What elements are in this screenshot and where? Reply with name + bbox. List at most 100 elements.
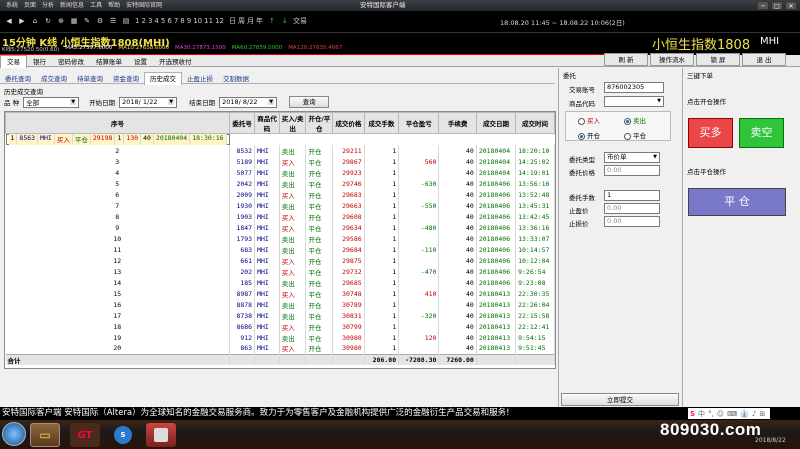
period-2[interactable]: 2 — [140, 17, 146, 25]
ime-item[interactable]: ⌨ — [727, 410, 737, 418]
table-icon[interactable]: ▤ — [121, 16, 131, 26]
submit-order-button[interactable]: 立即提交 — [561, 393, 679, 406]
start-date-picker[interactable]: 2018/ 1/22 ▼ — [119, 96, 178, 108]
column-header[interactable]: 成交时间 — [515, 112, 555, 134]
query-tab-3[interactable]: 资金查询 — [108, 73, 144, 85]
panel-button-3[interactable]: 退 出 — [742, 53, 786, 66]
table-row[interactable]: 17 8738 MHI 卖出 平仓 30831 1 -320 40 20180413 22:15:5… — [5, 310, 555, 321]
period-月[interactable]: 月 — [246, 17, 255, 25]
up-arrow-icon[interactable]: ↑ — [267, 16, 277, 26]
tab-4[interactable]: 设置 — [128, 56, 153, 68]
order-qty-stepper[interactable]: 1 — [604, 190, 660, 201]
refresh-icon[interactable]: ↻ — [43, 16, 53, 26]
query-tab-1[interactable]: 成交查询 — [36, 73, 72, 85]
open-radio[interactable]: 开仓 — [578, 130, 600, 140]
query-tab-0[interactable]: 委托查询 — [0, 73, 36, 85]
home-icon[interactable]: ⌂ — [30, 16, 40, 26]
trading-app-icon[interactable] — [146, 423, 176, 447]
table-row[interactable]: 1 8563 MHI 买入 平仓 29198 1 130 40 20180404 18:30:16 — [5, 134, 230, 145]
period-4[interactable]: 4 — [153, 17, 159, 25]
table-row[interactable]: 3 5189 MHI 买入 平仓 29867 1 560 40 20180404 14:25:02 — [5, 156, 555, 167]
back-icon[interactable]: ◀ — [4, 16, 14, 26]
table-row[interactable]: 5 2042 MHI 卖出 平仓 29746 1 -630 40 20180406 13:56:16 — [5, 178, 555, 189]
column-header[interactable]: 买入/卖出 — [278, 112, 307, 134]
column-header[interactable]: 成交价格 — [332, 112, 365, 134]
stop-profit-field[interactable]: 0.00 — [604, 203, 660, 214]
tab-2[interactable]: 密码修改 — [52, 56, 90, 68]
period-12[interactable]: 12 — [214, 17, 225, 25]
panel-button-1[interactable]: 操作流水 — [650, 53, 694, 66]
chart-icon[interactable]: ▦ — [69, 16, 79, 26]
ime-item[interactable]: 中 — [698, 410, 705, 418]
table-row[interactable]: 19 912 MHI 卖出 平仓 30980 1 120 40 20180413 9:54:15 — [5, 332, 555, 343]
table-row[interactable]: 14 185 MHI 卖出 开仓 29685 1 40 20180406 9:23:08 — [5, 277, 555, 288]
tab-0[interactable]: 交易 — [0, 55, 27, 68]
menu-item[interactable]: 安特国际官网 — [126, 0, 162, 11]
menu-item[interactable]: 帮助 — [108, 0, 120, 11]
period-周[interactable]: 周 — [237, 17, 246, 25]
table-row[interactable]: 9 1847 MHI 买入 平仓 29634 1 -480 40 20180406 13:36:16 — [5, 222, 555, 233]
query-tab-5[interactable]: 止盈止损 — [182, 73, 218, 85]
ime-item[interactable]: 👔 — [740, 410, 749, 418]
period-11[interactable]: 11 — [203, 17, 214, 25]
column-header[interactable]: 商品代码 — [254, 112, 280, 134]
table-row[interactable]: 11 683 MHI 卖出 平仓 29684 1 -110 40 20180406 10:14:57 — [5, 244, 555, 255]
product-code-select[interactable]: ▼ — [604, 96, 664, 107]
trade-symbol-label[interactable]: 交易 — [293, 16, 307, 26]
panel-button-2[interactable]: 锁 屏 — [696, 53, 740, 66]
start-button[interactable] — [2, 422, 26, 446]
menu-item[interactable]: 页面 — [24, 0, 36, 11]
table-row[interactable]: 16 8878 MHI 卖出 开仓 30789 1 40 20180413 22:26:04 — [5, 299, 555, 310]
menu-item[interactable]: 新闻信息 — [60, 0, 84, 11]
table-row[interactable]: 13 202 MHI 买入 平仓 29732 1 -470 40 20180406 9:26:54 — [5, 266, 555, 277]
table-row[interactable]: 18 8686 MHI 买入 开仓 30799 1 40 20180413 22:12:41 — [5, 321, 555, 332]
sogou-icon[interactable]: S — [690, 410, 695, 418]
period-8[interactable]: 8 — [179, 17, 185, 25]
period-年[interactable]: 年 — [255, 17, 264, 25]
close-radio[interactable]: 平仓 — [624, 130, 646, 140]
menu-item[interactable]: 系统 — [6, 0, 18, 11]
explorer-icon[interactable]: ▭ — [30, 423, 60, 447]
buy-radio[interactable]: 买入 — [578, 115, 600, 125]
app-icon[interactable]: GT — [70, 423, 100, 447]
query-button[interactable]: 查询 — [289, 96, 330, 108]
table-row[interactable]: 15 8987 MHI 买入 平仓 30748 1 410 40 20180413 22:30:35 — [5, 288, 555, 299]
period-日[interactable]: 日 — [228, 17, 237, 25]
period-10[interactable]: 10 — [192, 17, 203, 25]
column-header[interactable]: 成交日期 — [475, 112, 517, 134]
period-6[interactable]: 6 — [166, 17, 172, 25]
sell-radio[interactable]: 卖出 — [624, 115, 646, 125]
menu-item[interactable]: 工具 — [90, 0, 102, 11]
column-header[interactable]: 成交手数 — [363, 112, 400, 134]
ime-item[interactable]: ⊞ — [759, 410, 765, 418]
table-row[interactable]: 2 8532 MHI 卖出 开仓 29211 1 40 20180404 18:20:10 — [5, 145, 555, 156]
ime-item[interactable]: ♪ — [752, 410, 756, 418]
column-header[interactable]: 平仓盈亏 — [398, 112, 440, 134]
list-icon[interactable]: ☰ — [108, 16, 118, 26]
forward-icon[interactable]: ▶ — [17, 16, 27, 26]
draw-icon[interactable]: ✎ — [82, 16, 92, 26]
browser-icon[interactable]: S — [108, 423, 138, 447]
column-header[interactable]: 开仓/平仓 — [305, 112, 334, 134]
tab-3[interactable]: 结算账单 — [90, 56, 128, 68]
table-row[interactable]: 7 1930 MHI 卖出 平仓 29663 1 -550 40 20180406 13:45:31 — [5, 200, 555, 211]
panel-button-0[interactable]: 刷 新 — [604, 53, 648, 66]
query-tab-6[interactable]: 交割数据 — [218, 73, 254, 85]
end-date-picker[interactable]: 2018/ 8/22 ▼ — [219, 96, 278, 108]
buy-long-button[interactable]: 买多 — [688, 118, 733, 148]
menu-item[interactable]: 分析 — [42, 0, 54, 11]
maximize-icon[interactable]: □ — [771, 1, 783, 10]
tab-5[interactable]: 开选预收付 — [153, 56, 198, 68]
sell-short-button[interactable]: 卖空 — [739, 118, 784, 148]
table-row[interactable]: 20 863 MHI 买入 开仓 30980 1 40 20180413 9:51:45 — [5, 343, 555, 354]
table-row[interactable]: 10 1793 MHI 卖出 开仓 29586 1 40 20180406 13:33:07 — [5, 233, 555, 244]
close-position-button[interactable]: 平 仓 — [688, 188, 786, 216]
stop-loss-field[interactable]: 0.00 — [604, 216, 660, 227]
column-header[interactable]: 序号 — [5, 112, 231, 134]
query-tab-2[interactable]: 持单查询 — [72, 73, 108, 85]
column-header[interactable]: 手续费 — [438, 112, 477, 134]
close-icon[interactable]: ✕ — [785, 1, 797, 10]
table-row[interactable]: 8 1903 MHI 买入 开仓 29608 1 40 20180406 13:42:45 — [5, 211, 555, 222]
table-row[interactable]: 4 5077 MHI 卖出 开仓 29923 1 40 20180404 14:19:01 — [5, 167, 555, 178]
minimize-icon[interactable]: ─ — [757, 1, 769, 10]
